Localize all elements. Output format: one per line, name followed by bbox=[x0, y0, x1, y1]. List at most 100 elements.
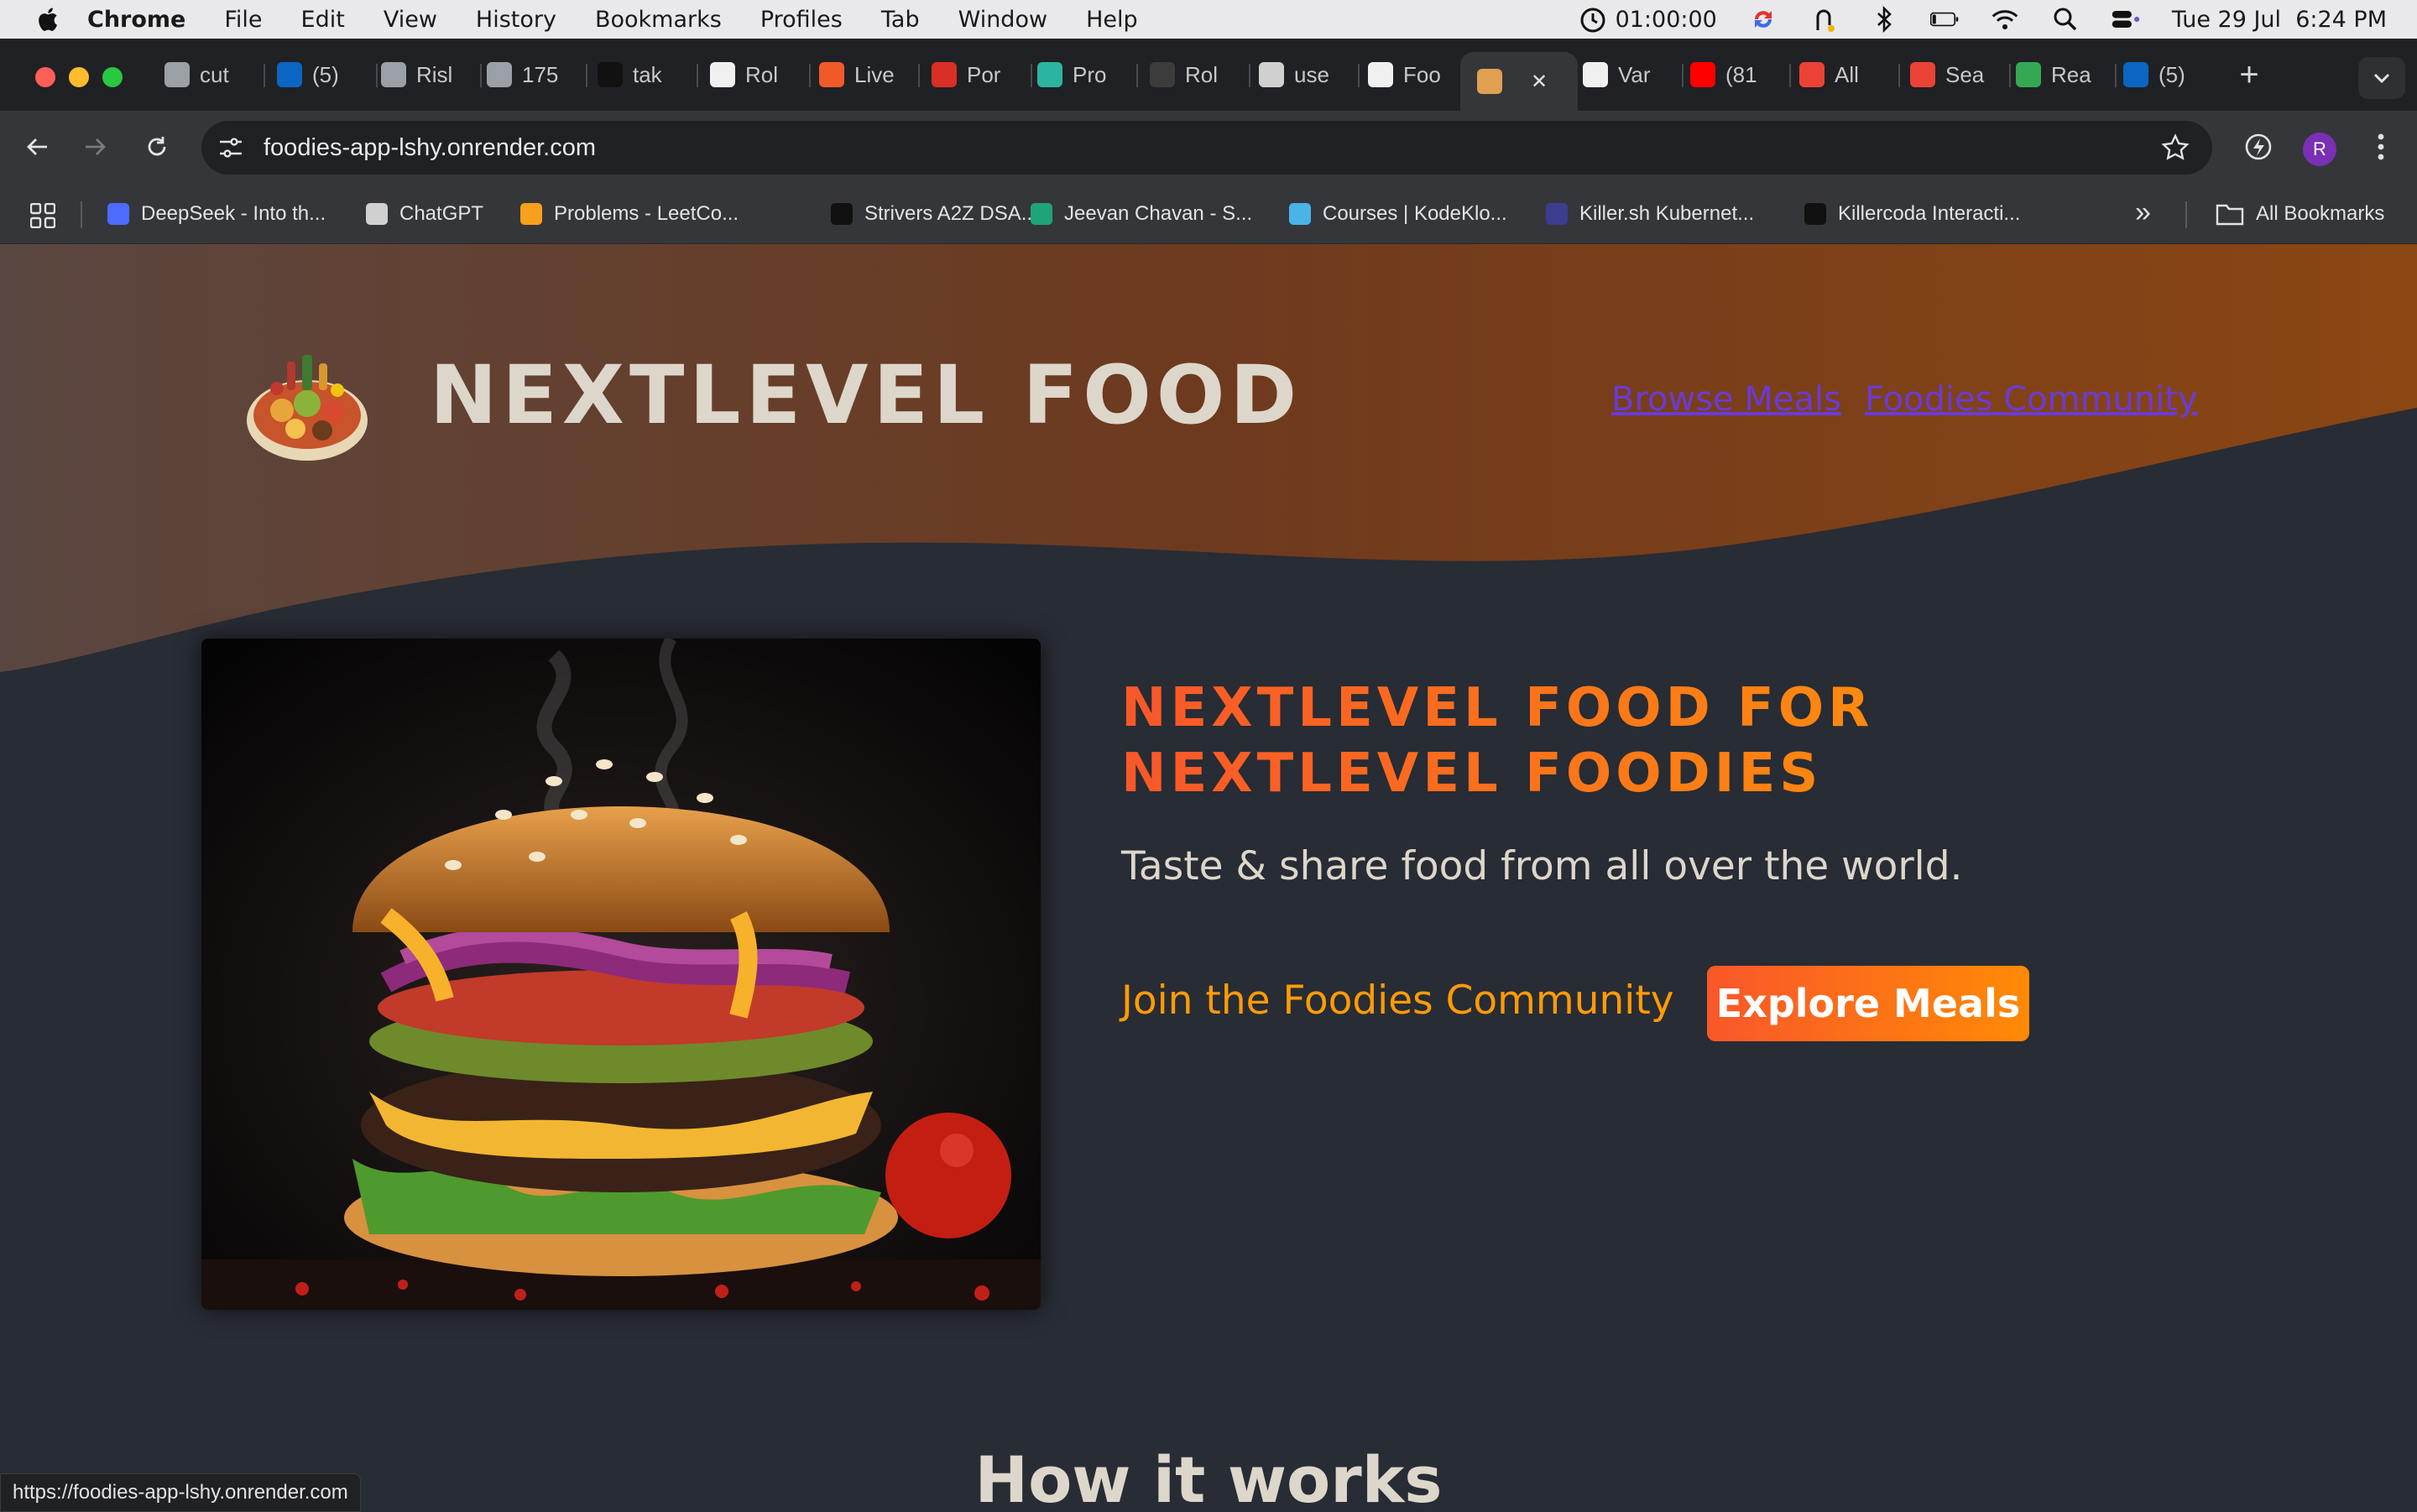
menu-view[interactable]: View bbox=[384, 7, 437, 33]
privacy-icon[interactable] bbox=[1809, 5, 1838, 34]
bookmark-item[interactable]: ChatGPT bbox=[366, 196, 483, 232]
bookmark-favicon-icon bbox=[1289, 203, 1311, 225]
bookmark-star-icon[interactable] bbox=[2160, 133, 2190, 163]
hero-burger-image bbox=[201, 639, 1041, 1310]
bookmark-item[interactable]: DeepSeek - Into th... bbox=[107, 196, 326, 232]
minimize-window-button[interactable] bbox=[69, 67, 89, 87]
bookmark-favicon-icon bbox=[107, 203, 129, 225]
nav-foodies-community[interactable]: Foodies Community bbox=[1865, 380, 2198, 419]
tab[interactable]: (5) bbox=[277, 52, 369, 97]
bookmark-favicon-icon bbox=[366, 203, 388, 225]
back-button[interactable] bbox=[15, 124, 60, 169]
menu-bookmarks[interactable]: Bookmarks bbox=[595, 7, 722, 33]
tab-active[interactable]: ✕ bbox=[1460, 52, 1578, 111]
join-community-link[interactable]: Join the Foodies Community bbox=[1121, 978, 1674, 1024]
battery-icon[interactable] bbox=[1929, 5, 1959, 34]
bookmark-item[interactable]: Jeevan Chavan - S... bbox=[1031, 196, 1252, 232]
tab[interactable]: (5) bbox=[2123, 52, 2216, 97]
menu-app-name[interactable]: Chrome bbox=[87, 7, 185, 33]
forward-button[interactable] bbox=[72, 124, 117, 169]
tab[interactable]: Risl bbox=[381, 52, 473, 97]
bookmark-item[interactable]: Killercoda Interacti... bbox=[1804, 196, 2020, 232]
tab[interactable]: Live bbox=[819, 52, 911, 97]
arrow-right-icon bbox=[86, 138, 106, 155]
tab[interactable]: (81 bbox=[1690, 52, 1783, 97]
tab[interactable]: cut bbox=[164, 52, 257, 97]
bookmark-item[interactable]: Courses | KodeKlo... bbox=[1289, 196, 1507, 232]
zoom-window-button[interactable] bbox=[102, 67, 123, 87]
bookmark-item[interactable]: Strivers A2Z DSA... bbox=[831, 196, 1038, 232]
tab[interactable]: Pro bbox=[1037, 52, 1130, 97]
logo-image[interactable] bbox=[243, 338, 371, 466]
bookmark-label: Killer.sh Kubernet... bbox=[1579, 202, 1755, 225]
tab-favicon-icon bbox=[1910, 62, 1935, 87]
apps-grid-icon[interactable] bbox=[30, 203, 55, 228]
spotlight-search-icon[interactable] bbox=[2051, 5, 2080, 34]
tab[interactable]: tak bbox=[598, 52, 690, 97]
nav-browse-meals[interactable]: Browse Meals bbox=[1611, 380, 1841, 419]
tab-favicon-icon bbox=[2016, 62, 2041, 87]
tab[interactable]: Rol bbox=[1150, 52, 1242, 97]
url-text[interactable]: foodies-app-lshy.onrender.com bbox=[264, 134, 596, 162]
tab-favicon-icon bbox=[381, 62, 406, 87]
tab-favicon-icon bbox=[277, 62, 302, 87]
tab-label: Pro bbox=[1073, 61, 1107, 87]
sync-icon[interactable] bbox=[1749, 5, 1778, 34]
bookmark-label: Strivers A2Z DSA... bbox=[864, 202, 1038, 225]
clock-datetime[interactable]: Tue 29 Jul 6:24 PM bbox=[2172, 7, 2387, 33]
reload-button[interactable] bbox=[134, 124, 180, 169]
hero-subtitle: Taste & share food from all over the wor… bbox=[1121, 843, 1963, 889]
bookmark-item[interactable]: Killer.sh Kubernet... bbox=[1546, 196, 1754, 232]
bookmark-label: Problems - LeetCo... bbox=[554, 202, 739, 225]
profile-avatar[interactable]: R bbox=[2303, 133, 2336, 166]
tab[interactable]: All bbox=[1799, 52, 1892, 97]
folder-icon bbox=[2216, 204, 2244, 226]
all-bookmarks-button[interactable]: All Bookmarks bbox=[2216, 196, 2384, 232]
tab[interactable]: Rol bbox=[710, 52, 802, 97]
menu-history[interactable]: History bbox=[476, 7, 556, 33]
tab[interactable]: Por bbox=[932, 52, 1024, 97]
tab[interactable]: 175 bbox=[487, 52, 579, 97]
address-bar[interactable]: foodies-app-lshy.onrender.com bbox=[201, 121, 2212, 175]
bookmark-favicon-icon bbox=[831, 203, 853, 225]
tab[interactable]: Rea bbox=[2016, 52, 2108, 97]
new-tab-button[interactable]: + bbox=[2229, 55, 2269, 96]
tab[interactable]: Sea bbox=[1910, 52, 2002, 97]
tab-label: use bbox=[1294, 61, 1329, 87]
menu-file[interactable]: File bbox=[224, 7, 262, 33]
tab-label: cut bbox=[200, 61, 229, 87]
close-tab-icon[interactable]: ✕ bbox=[1531, 70, 1548, 94]
tab-separator bbox=[1789, 64, 1791, 87]
tab-favicon-icon bbox=[1368, 62, 1393, 87]
tab-favicon-icon bbox=[932, 62, 957, 87]
site-settings-icon[interactable] bbox=[217, 134, 245, 161]
menu-window[interactable]: Window bbox=[958, 7, 1047, 33]
tab-separator bbox=[2009, 64, 2011, 87]
tab-separator bbox=[480, 64, 482, 87]
tab[interactable]: Var bbox=[1583, 52, 1675, 97]
tab-label: Live bbox=[854, 61, 895, 87]
bookmark-favicon-icon bbox=[1804, 203, 1826, 225]
tab[interactable]: Foo bbox=[1368, 52, 1460, 97]
more-vertical-icon bbox=[2378, 133, 2384, 160]
menu-tab[interactable]: Tab bbox=[881, 7, 920, 33]
control-center-icon[interactable] bbox=[2112, 5, 2140, 34]
tab-label: Sea bbox=[1945, 61, 1985, 87]
explore-meals-button[interactable]: Explore Meals bbox=[1707, 966, 2029, 1041]
section-title: How it works bbox=[974, 1442, 1443, 1510]
bookmark-item[interactable]: Problems - LeetCo... bbox=[520, 196, 739, 232]
extension-button[interactable] bbox=[2236, 124, 2281, 169]
menu-profiles[interactable]: Profiles bbox=[760, 7, 843, 33]
tab-search-button[interactable] bbox=[2358, 57, 2405, 99]
wifi-icon[interactable] bbox=[1991, 5, 2019, 34]
logo-text[interactable]: NEXTLEVEL FOOD bbox=[430, 348, 1302, 442]
menu-help[interactable]: Help bbox=[1086, 7, 1138, 33]
tab[interactable]: use bbox=[1259, 52, 1351, 97]
close-window-button[interactable] bbox=[35, 67, 55, 87]
menu-edit[interactable]: Edit bbox=[301, 7, 345, 33]
bluetooth-icon[interactable] bbox=[1870, 5, 1898, 34]
apple-icon[interactable] bbox=[35, 6, 59, 33]
chrome-menu-button[interactable] bbox=[2358, 124, 2404, 169]
bookmarks-overflow-button[interactable]: » bbox=[2135, 196, 2151, 229]
timer-status[interactable]: 01:00:00 bbox=[1579, 5, 1717, 34]
